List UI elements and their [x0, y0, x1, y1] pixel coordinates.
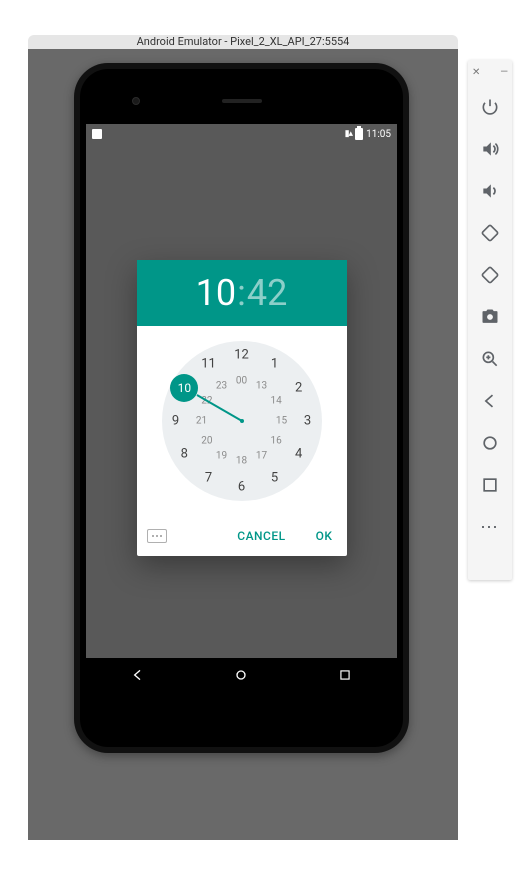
more-icon[interactable]: ⋯	[470, 508, 510, 546]
nav-recents-button[interactable]	[329, 659, 361, 691]
clock-hour[interactable]: 6	[238, 480, 245, 495]
keyboard-input-icon[interactable]	[147, 529, 167, 543]
clock-hour-inner[interactable]: 00	[236, 376, 247, 387]
screenshot-icon[interactable]	[470, 298, 510, 336]
time-picker-body: 101212345678911001314151617181920212223	[137, 326, 347, 516]
clock-hour[interactable]: 3	[304, 414, 311, 429]
battery-icon	[355, 128, 363, 140]
close-icon[interactable]: ✕	[472, 68, 480, 78]
clock-center	[240, 419, 244, 423]
clock-hour-inner[interactable]: 16	[271, 436, 282, 447]
time-picker-header: 10 : 42	[137, 260, 347, 326]
network-icon: ▮▴	[345, 129, 352, 139]
window-title: Android Emulator - Pixel_2_XL_API_27:555…	[28, 35, 458, 49]
clock-selected-knob[interactable]: 10	[170, 374, 198, 402]
phone-front-camera	[132, 97, 140, 105]
rotate-left-icon[interactable]	[470, 214, 510, 252]
rotate-right-icon[interactable]	[470, 256, 510, 294]
volume-down-icon[interactable]	[470, 172, 510, 210]
android-nav-bar	[86, 658, 397, 692]
dialog-actions: CANCEL OK	[137, 516, 347, 556]
status-bar: ▮▴ 11:05	[86, 124, 397, 144]
clock-face[interactable]: 101212345678911001314151617181920212223	[162, 341, 322, 501]
phone-bezel: ▮▴ 11:05 10 : 42	[80, 69, 403, 747]
notification-icon	[92, 129, 102, 139]
emulator-body: ▮▴ 11:05 10 : 42	[28, 49, 458, 840]
nav-back-button[interactable]	[122, 659, 154, 691]
ok-button[interactable]: OK	[310, 523, 339, 549]
clock-hour-inner[interactable]: 20	[201, 436, 212, 447]
emulator-window: Android Emulator - Pixel_2_XL_API_27:555…	[28, 35, 458, 840]
clock-hour-inner[interactable]: 19	[216, 450, 227, 461]
clock-hour[interactable]: 2	[295, 381, 302, 396]
nav-home-button[interactable]	[225, 659, 257, 691]
clock-hour-inner[interactable]: 14	[271, 396, 282, 407]
clock-hour-inner[interactable]: 15	[276, 416, 287, 427]
clock-hour-inner[interactable]: 21	[196, 416, 207, 427]
clock-hour[interactable]: 11	[201, 356, 216, 371]
selected-minute[interactable]: 42	[247, 272, 287, 314]
phone-screen[interactable]: ▮▴ 11:05 10 : 42	[86, 124, 397, 692]
clock-hour[interactable]: 7	[205, 471, 212, 486]
minimize-icon[interactable]: —	[500, 68, 508, 78]
phone-speaker	[222, 99, 262, 103]
overview-icon[interactable]	[470, 466, 510, 504]
statusbar-time: 11:05	[366, 129, 391, 140]
clock-hour[interactable]: 8	[181, 447, 188, 462]
clock-hour[interactable]: 12	[234, 348, 249, 363]
clock-hour-inner[interactable]: 18	[236, 456, 247, 467]
phone-frame: ▮▴ 11:05 10 : 42	[74, 63, 409, 753]
back-icon[interactable]	[470, 382, 510, 420]
volume-up-icon[interactable]	[470, 130, 510, 168]
power-icon[interactable]	[470, 88, 510, 126]
time-colon: :	[237, 272, 246, 314]
clock-hour[interactable]: 5	[271, 471, 278, 486]
home-icon[interactable]	[470, 424, 510, 462]
clock-hour-inner[interactable]: 23	[216, 381, 227, 392]
clock-hour[interactable]: 1	[271, 356, 278, 371]
clock-hour-inner[interactable]: 13	[256, 381, 267, 392]
clock-hour-inner[interactable]: 17	[256, 450, 267, 461]
zoom-icon[interactable]	[470, 340, 510, 378]
time-picker-dialog: 10 : 42 10121234567891100131415161718192…	[137, 260, 347, 556]
clock-hour[interactable]: 4	[295, 447, 302, 462]
selected-hour[interactable]: 10	[196, 272, 236, 314]
clock-hour[interactable]: 9	[172, 414, 179, 429]
cancel-button[interactable]: CANCEL	[231, 523, 291, 549]
emulator-toolbar: ✕ — ⋯	[468, 60, 512, 580]
